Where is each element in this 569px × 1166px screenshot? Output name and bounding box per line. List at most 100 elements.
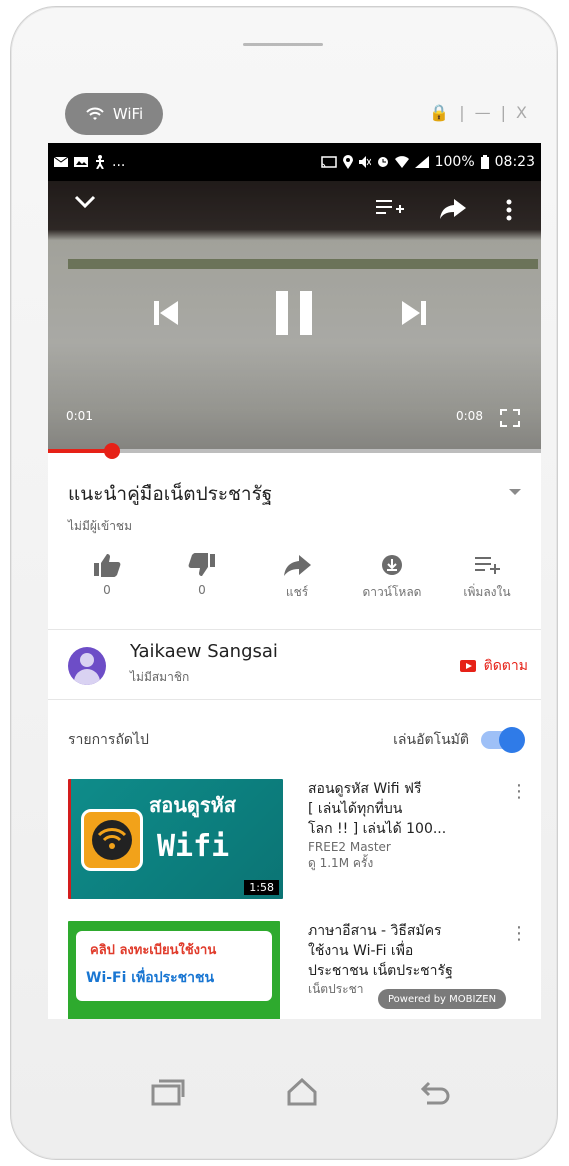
cell-signal-icon bbox=[414, 156, 429, 168]
up-next-label: รายการถัดไป bbox=[68, 732, 149, 748]
next-icon[interactable] bbox=[400, 299, 428, 327]
cast-icon bbox=[320, 156, 337, 168]
share-label: แชร์ bbox=[285, 585, 309, 599]
add-to-button[interactable]: เพิ่มลงใน bbox=[442, 553, 532, 602]
lock-icon[interactable]: 🔒 bbox=[429, 103, 449, 122]
video-info[interactable]: ภาษาอีสาน - วิธีสมัคร ใช้งาน Wi-Fi เพื่อ… bbox=[308, 921, 504, 997]
wifi-icon bbox=[92, 820, 132, 860]
location-icon bbox=[342, 155, 353, 169]
recent-apps-icon[interactable] bbox=[151, 1078, 185, 1106]
seek-handle[interactable] bbox=[104, 443, 121, 459]
share-button[interactable]: แชร์ bbox=[252, 553, 342, 602]
clock: 08:23 bbox=[494, 154, 535, 170]
thumbnail-text: Wi-Fi เพื่อประชาชน bbox=[86, 970, 215, 986]
wifi-icon bbox=[86, 107, 104, 120]
add-to-playlist-icon bbox=[475, 557, 500, 574]
view-count: ดู 1.1M ครั้ง bbox=[308, 856, 374, 870]
minimize-button[interactable]: — bbox=[475, 103, 491, 122]
thumbnail-text: สอนดูรหัส bbox=[149, 793, 237, 817]
thumbs-up-icon bbox=[94, 554, 121, 577]
mute-icon bbox=[358, 156, 371, 168]
subscriber-count: ไม่มีสมาชิก bbox=[130, 670, 190, 684]
download-icon bbox=[382, 555, 402, 575]
previous-icon[interactable] bbox=[152, 299, 180, 327]
download-button[interactable]: ดาวน์โหลด bbox=[347, 553, 437, 602]
walk-icon bbox=[96, 155, 104, 169]
total-time: 0:08 bbox=[456, 409, 483, 423]
phone-frame: WiFi 🔒 | — | X ... 100% 08:23 0:01 0:08 … bbox=[10, 6, 558, 1160]
video-info[interactable]: สอนดูรหัส Wifi ฟรี [ เล่นได้ทุกที่บน โลก… bbox=[308, 779, 504, 871]
home-icon[interactable] bbox=[287, 1078, 317, 1106]
subscribe-button[interactable]: ติดตาม bbox=[459, 655, 528, 677]
wifi-app-logo bbox=[81, 809, 143, 871]
video-thumbnail[interactable]: คลิป ลงทะเบียนใช้งาน Wi-Fi เพื่อประชาชน bbox=[68, 921, 280, 1019]
elapsed-time: 0:01 bbox=[66, 409, 93, 423]
separator: | bbox=[459, 103, 465, 122]
battery-icon bbox=[480, 155, 489, 169]
subscribe-label: ติดตาม bbox=[483, 658, 528, 674]
toggle-knob bbox=[499, 727, 525, 753]
thumbnail-text: Wifi bbox=[157, 829, 230, 864]
download-label: ดาวน์โหลด bbox=[362, 585, 422, 599]
autoplay-label: เล่นอัตโนมัติ bbox=[393, 732, 469, 748]
video-title: [ เล่นได้ทุกที่บน bbox=[308, 801, 403, 817]
video-title: ประชาชน เน็ตประชารัฐ bbox=[308, 963, 453, 979]
action-row: 0 0 แชร์ ดาวน์โหลด เพิ่มลงใน bbox=[62, 553, 532, 602]
more-options-icon[interactable]: ⋮ bbox=[510, 783, 528, 801]
add-to-label: เพิ่มลงใน bbox=[463, 585, 511, 599]
thumbs-down-icon bbox=[188, 553, 215, 576]
seek-bar-fill bbox=[48, 449, 113, 453]
share-icon[interactable] bbox=[440, 199, 466, 219]
add-to-queue-icon[interactable] bbox=[376, 199, 404, 217]
like-button[interactable]: 0 bbox=[62, 553, 152, 602]
wifi-signal-icon bbox=[394, 156, 409, 168]
chevron-down-icon[interactable] bbox=[74, 195, 96, 209]
list-item[interactable]: สอนดูรหัส Wifi 1:58 สอนดูรหัส Wifi ฟรี [… bbox=[68, 779, 528, 899]
speaker-slot bbox=[243, 43, 323, 46]
view-count: ไม่มีผู้เข้าชม bbox=[68, 519, 132, 533]
wifi-label: WiFi bbox=[112, 105, 144, 123]
channel-name[interactable]: Yaikaew Sangsai bbox=[130, 641, 278, 662]
dislike-button[interactable]: 0 bbox=[157, 553, 247, 602]
video-title: แนะนำคู่มือเน็ตประชารัฐ bbox=[68, 483, 273, 505]
expand-description-icon[interactable] bbox=[509, 489, 521, 495]
autoplay-control[interactable]: เล่นอัตโนมัติ bbox=[393, 727, 525, 753]
divider bbox=[48, 629, 541, 630]
nav-bar bbox=[151, 1072, 451, 1112]
channel-name: FREE2 Master bbox=[308, 840, 391, 854]
autoplay-toggle[interactable] bbox=[481, 727, 525, 753]
alarm-icon bbox=[377, 157, 388, 167]
phone-screen: ... 100% 08:23 0:01 0:08 แนะนำคู่มือเน็ต… bbox=[48, 143, 541, 1019]
status-bar: ... 100% 08:23 bbox=[48, 143, 541, 181]
seek-bar[interactable] bbox=[48, 443, 541, 459]
video-title: สอนดูรหัส Wifi ฟรี bbox=[308, 781, 422, 797]
pause-icon[interactable] bbox=[274, 289, 314, 337]
share-icon bbox=[284, 555, 311, 576]
channel-row[interactable]: Yaikaew Sangsai ไม่มีสมาชิก ติดตาม bbox=[68, 635, 528, 691]
image-icon bbox=[74, 157, 88, 167]
like-count: 0 bbox=[103, 583, 111, 597]
back-icon[interactable] bbox=[419, 1079, 451, 1105]
thumbnail-banner: คลิป ลงทะเบียนใช้งาน Wi-Fi เพื่อประชาชน bbox=[76, 931, 272, 1001]
powered-by-badge: Powered by MOBIZEN bbox=[378, 989, 507, 1009]
video-title: ภาษาอีสาน - วิธีสมัคร bbox=[308, 923, 442, 939]
fullscreen-icon[interactable] bbox=[500, 409, 520, 427]
battery-percent: 100% bbox=[434, 154, 475, 170]
video-thumbnail[interactable]: สอนดูรหัส Wifi 1:58 bbox=[68, 779, 283, 899]
youtube-icon bbox=[459, 660, 476, 672]
separator: | bbox=[500, 103, 507, 122]
thumbnail-text: คลิป ลงทะเบียนใช้งาน bbox=[90, 943, 217, 958]
dislike-count: 0 bbox=[198, 583, 206, 597]
window-controls: 🔒 | — | X bbox=[429, 103, 527, 122]
video-title: โลก !! ] เล่นได้ 100... bbox=[308, 821, 447, 837]
wifi-badge[interactable]: WiFi bbox=[65, 93, 163, 135]
mail-icon bbox=[54, 157, 68, 167]
close-button[interactable]: X bbox=[516, 103, 527, 122]
video-player[interactable]: 0:01 0:08 bbox=[48, 181, 541, 451]
avatar[interactable] bbox=[68, 647, 106, 685]
video-duration: 1:58 bbox=[244, 880, 279, 895]
status-more: ... bbox=[112, 154, 126, 170]
more-options-icon[interactable] bbox=[506, 199, 512, 221]
more-options-icon[interactable]: ⋮ bbox=[510, 925, 528, 943]
divider bbox=[48, 699, 541, 700]
